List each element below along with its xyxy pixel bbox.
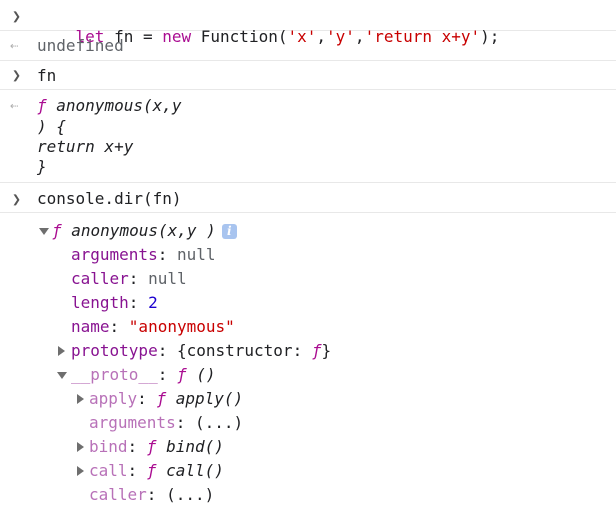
prop-value: {constructor: — [176, 341, 312, 360]
prop-sep: : — [128, 293, 149, 312]
console-entry-input-3[interactable]: ❯ console.dir(fn) — [0, 183, 616, 213]
function-source-line[interactable]: ƒ anonymous(x,y — [37, 96, 182, 116]
expand-triangle-icon[interactable] — [77, 394, 84, 404]
function-f-symbol: ƒ — [146, 437, 157, 456]
info-icon[interactable]: i — [221, 224, 237, 239]
prop-sep: : — [146, 485, 167, 504]
prop-sep: : — [128, 269, 149, 288]
console-input-text[interactable]: fn — [37, 66, 56, 86]
prop-key: caller — [89, 485, 147, 504]
function-signature: anonymous(x,y ) — [61, 221, 216, 240]
prop-key: arguments — [89, 413, 176, 432]
console-entry-output-1: ⇠ undefined — [0, 31, 616, 61]
function-source-line: return x+y — [37, 137, 134, 156]
console-input-text[interactable]: let fn = new Function('x','y','return x+… — [37, 7, 500, 46]
tree-prop-proto[interactable]: __proto__: ƒ () — [71, 365, 216, 385]
prop-value: null — [176, 245, 216, 264]
prop-sep: : — [157, 365, 177, 384]
console-output-text: undefined — [37, 36, 124, 55]
tree-prop-length: length: 2 — [71, 293, 158, 313]
tree-prop-bind[interactable]: bind: ƒ bind() — [89, 437, 224, 457]
prop-key: bind — [89, 437, 128, 456]
function-f-symbol: ƒ — [156, 389, 167, 408]
prop-sep: : — [127, 461, 147, 480]
collapse-triangle-icon[interactable] — [39, 228, 49, 235]
collapse-triangle-icon[interactable] — [57, 372, 67, 379]
prop-key: prototype — [71, 341, 158, 360]
prop-key: length — [71, 293, 129, 312]
expand-triangle-icon[interactable] — [58, 346, 65, 356]
tree-prop-arguments: arguments: null — [71, 245, 216, 265]
prop-key: arguments — [71, 245, 158, 264]
function-signature: anonymous(x,y — [46, 96, 182, 115]
prop-key: __proto__ — [71, 365, 158, 384]
prop-sep: : — [175, 413, 195, 432]
tree-prop-prototype[interactable]: prototype: {constructor: ƒ} — [71, 341, 331, 361]
tree-prop-name: name: "anonymous" — [71, 317, 235, 337]
prop-value: "anonymous" — [128, 317, 235, 336]
prop-value-end: } — [321, 341, 332, 360]
function-source-line: ) { — [37, 117, 66, 136]
prop-sep: : — [137, 389, 157, 408]
prop-key: apply — [89, 389, 138, 408]
console-entry-input-1[interactable]: ❯ let fn = new Function('x','y','return … — [0, 4, 616, 46]
tree-prop-caller: caller: null — [71, 269, 187, 289]
console-entry-output-2[interactable]: ⇠ ƒ anonymous(x,y ) { return x+y } — [0, 90, 616, 183]
result-arrow-icon: ⇠ — [10, 98, 19, 114]
prop-value: bind() — [156, 437, 224, 456]
result-arrow-icon: ⇠ — [10, 38, 19, 54]
prop-key: name — [71, 317, 110, 336]
function-f-symbol: ƒ — [176, 365, 187, 384]
function-f-symbol: ƒ — [37, 96, 47, 115]
prop-sep: : — [157, 245, 177, 264]
prompt-chevron-icon: ❯ — [12, 190, 22, 208]
prop-value-getter[interactable]: (...) — [195, 413, 243, 432]
prop-value: 2 — [148, 293, 158, 312]
tree-prop-apply[interactable]: apply: ƒ apply() — [89, 389, 243, 409]
expand-triangle-icon[interactable] — [77, 442, 84, 452]
prop-key: caller — [71, 269, 129, 288]
prop-sep: : — [157, 341, 177, 360]
prompt-chevron-icon: ❯ — [12, 7, 22, 25]
console-entry-output-3: ƒ anonymous(x,y ) i arguments: null calle… — [0, 213, 616, 504]
console-entry-input-2[interactable]: ❯ fn — [0, 61, 616, 90]
prop-sep: : — [109, 317, 129, 336]
prop-value-getter[interactable]: (...) — [166, 485, 214, 504]
prop-value-end: () — [186, 365, 216, 384]
function-f-symbol: ƒ — [52, 221, 62, 240]
tree-root-label[interactable]: ƒ anonymous(x,y ) i — [52, 221, 237, 241]
prop-key: call — [89, 461, 128, 480]
tree-prop-proto-arguments[interactable]: arguments: (...) — [89, 413, 243, 433]
console-input-text[interactable]: console.dir(fn) — [37, 189, 182, 209]
tree-prop-call[interactable]: call: ƒ call() — [89, 461, 224, 481]
function-source-line: } — [37, 157, 47, 176]
prop-value: apply() — [166, 389, 244, 408]
function-f-symbol: ƒ — [146, 461, 157, 480]
tree-prop-proto-caller[interactable]: caller: (...) — [89, 485, 214, 505]
expand-triangle-icon[interactable] — [77, 466, 84, 476]
prop-value: call() — [156, 461, 224, 480]
prop-value: null — [148, 269, 187, 288]
prompt-chevron-icon: ❯ — [12, 66, 22, 84]
prop-sep: : — [127, 437, 147, 456]
